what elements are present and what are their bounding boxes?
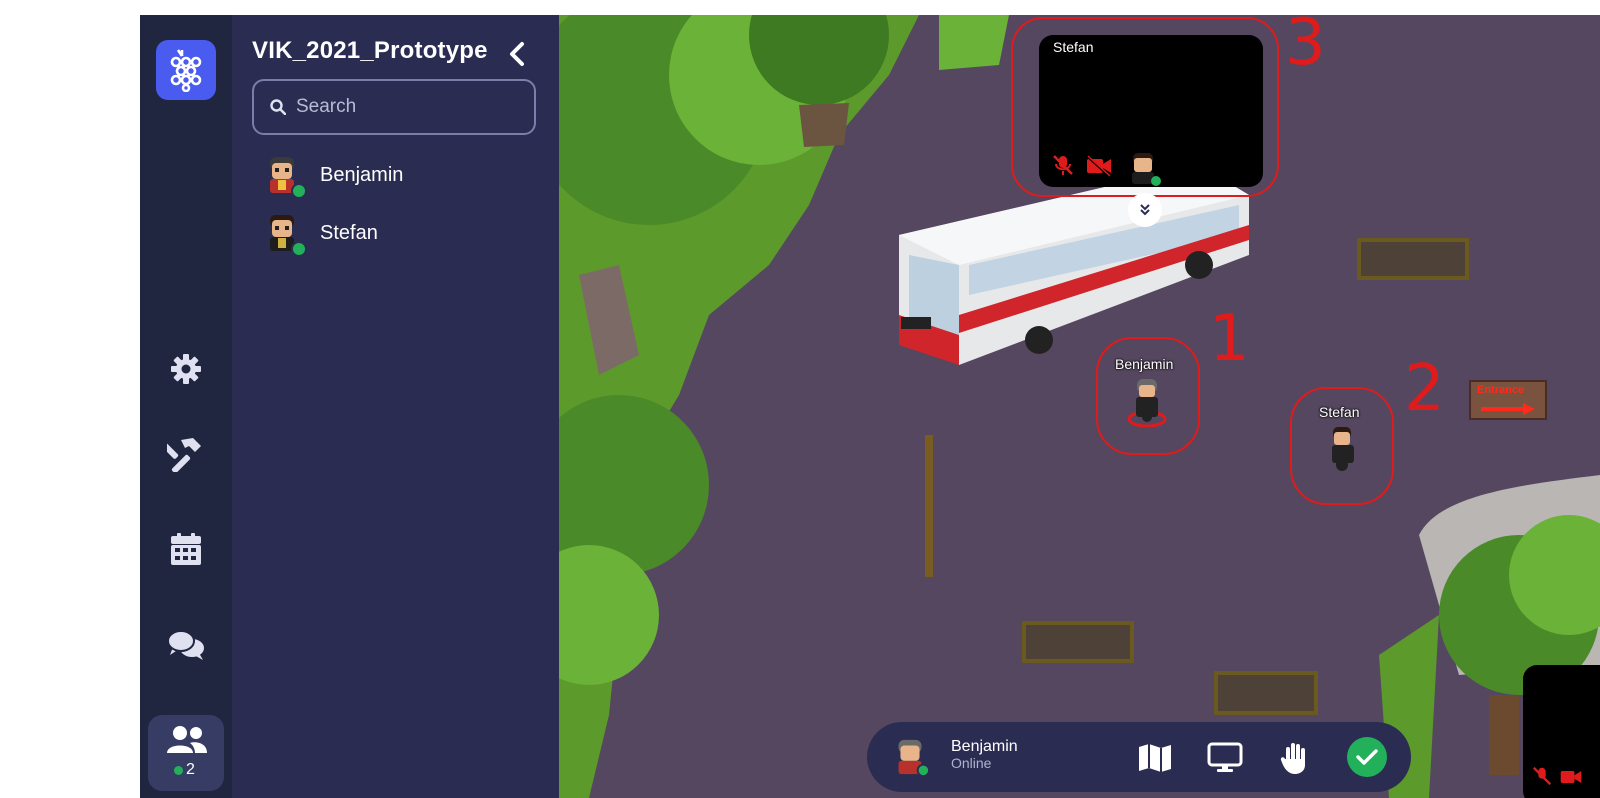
chat-button[interactable] [166, 625, 206, 665]
camera-off-icon [1086, 155, 1111, 177]
space-logo-button[interactable] [156, 40, 216, 100]
remote-avatar-sprite[interactable] [1322, 425, 1362, 473]
settings-button[interactable] [166, 349, 206, 389]
online-indicator [291, 183, 307, 199]
marker-number-3: 3 [1285, 15, 1326, 80]
player-avatar-sprite[interactable] [1127, 377, 1167, 427]
avatar-name-label: Benjamin [1115, 356, 1174, 372]
marker-number-1: 1 [1209, 302, 1250, 376]
avatar-sprite-icon [898, 739, 931, 778]
app-window: 2 VIK_2021_Prototype Search Benjamin Ste… [140, 15, 1600, 798]
entrance-sign-text: Entrance [1477, 384, 1525, 396]
online-count-value: 2 [186, 761, 195, 778]
people-button[interactable]: 2 [148, 715, 224, 791]
bottom-bar: Benjamin Online [867, 722, 1411, 792]
grapes-logo-icon [170, 49, 202, 92]
people-panel: VIK_2021_Prototype Search Benjamin Stefa… [232, 15, 559, 798]
bottom-bar-user-status: Online [951, 755, 992, 771]
avatar [260, 211, 307, 257]
game-map[interactable]: Entrance 1 Benjamin 2 Stefan 3 Stefan [559, 15, 1600, 798]
check-icon [1356, 749, 1378, 765]
collapse-panel-button[interactable] [505, 39, 529, 69]
member-row[interactable]: Benjamin [260, 151, 550, 199]
online-count: 2 [174, 761, 195, 779]
calendar-button[interactable] [166, 529, 206, 569]
chat-icon [167, 630, 204, 660]
self-mic-muted-icon [1532, 766, 1552, 786]
online-dot [174, 765, 183, 775]
online-indicator [291, 241, 307, 257]
avatar [260, 153, 307, 199]
raise-hand-icon [1280, 743, 1305, 774]
gear-icon [171, 354, 201, 384]
search-icon [270, 99, 286, 115]
ready-button[interactable] [1347, 737, 1387, 777]
video-tile-avatar [1132, 153, 1161, 186]
minimap-button[interactable] [1135, 738, 1175, 778]
map-icon [1139, 744, 1171, 772]
calendar-icon [171, 533, 201, 565]
entrance-sign: Entrance [1469, 380, 1547, 420]
space-title: VIK_2021_Prototype [252, 37, 488, 64]
search-input[interactable] [296, 96, 516, 118]
build-button[interactable] [166, 433, 206, 473]
bottom-bar-user-name: Benjamin [951, 738, 1018, 755]
video-tile[interactable]: Stefan [1039, 35, 1263, 187]
marker-number-2: 2 [1404, 352, 1445, 426]
mic-muted-icon [1053, 155, 1073, 175]
collapse-video-button[interactable] [1128, 193, 1162, 227]
search-box[interactable] [252, 79, 536, 135]
hammer-icon [167, 438, 201, 472]
member-row[interactable]: Stefan [260, 209, 550, 257]
arrow-right-icon [1481, 403, 1535, 415]
raise-hand-button[interactable] [1275, 738, 1315, 778]
people-icon [167, 726, 207, 753]
self-video-tile[interactable] [1523, 665, 1600, 798]
self-camera-off-icon [1560, 771, 1582, 783]
chevron-left-icon [510, 42, 524, 66]
chevron-double-down-icon [1140, 204, 1150, 216]
bottom-bar-avatar[interactable] [889, 736, 931, 778]
nav-rail: 2 [140, 15, 232, 798]
avatar-name-label: Stefan [1319, 404, 1360, 420]
member-name: Stefan [320, 221, 378, 244]
screen-share-icon [1207, 742, 1243, 772]
video-tile-name: Stefan [1053, 39, 1094, 55]
screen-share-button[interactable] [1205, 738, 1245, 778]
member-name: Benjamin [320, 163, 404, 186]
